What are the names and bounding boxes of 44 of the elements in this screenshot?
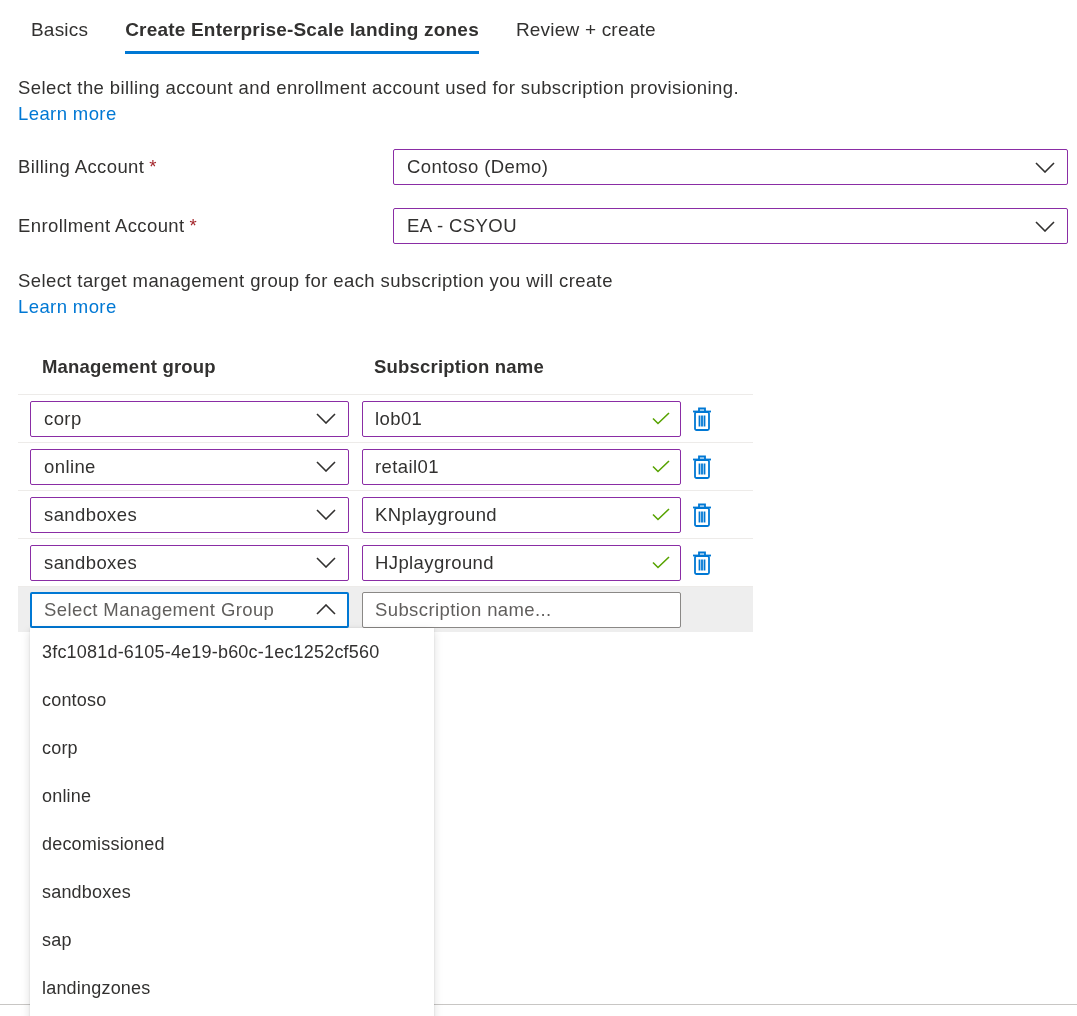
- chevron-down-icon: [316, 509, 336, 520]
- subscription-name-field[interactable]: retail01: [362, 448, 681, 485]
- account-dropdown[interactable]: EA - CSYOU: [393, 208, 1068, 244]
- learn-more-link[interactable]: Learn more: [18, 294, 117, 320]
- section-description: Select target management group for each subscription you will create: [18, 269, 614, 293]
- column-header: Subscription name: [374, 356, 544, 378]
- dropdown-option[interactable]: contoso: [30, 675, 434, 724]
- trash-icon[interactable]: [692, 406, 712, 431]
- management-group-dropdown[interactable]: sandboxes: [30, 496, 349, 533]
- required-asterisk: *: [189, 215, 198, 237]
- trash-icon[interactable]: [692, 550, 712, 575]
- management-group-dropdown[interactable]: online: [30, 448, 349, 485]
- management-group-dropdown[interactable]: corp: [30, 400, 349, 437]
- subscription-name-field[interactable]: Subscription name...: [362, 591, 681, 628]
- dropdown-option[interactable]: landingzones: [30, 963, 434, 1012]
- chevron-down-icon: [1035, 220, 1055, 232]
- tab[interactable]: Create Enterprise-Scale landing zones: [125, 0, 479, 54]
- management-group-dropdown[interactable]: sandboxes: [30, 544, 349, 581]
- tab[interactable]: Basics: [31, 0, 89, 54]
- chevron-down-icon: [316, 413, 336, 424]
- dropdown-option[interactable]: sandboxes: [30, 867, 434, 916]
- dropdown-option[interactable]: corp: [30, 723, 434, 772]
- chevron-up-icon: [316, 604, 336, 615]
- section-description: Select the billing account and enrollment account used for subscription provisioning.: [18, 76, 740, 100]
- dropdown-option[interactable]: sap: [30, 915, 434, 964]
- subscription-name-field[interactable]: HJplayground: [362, 544, 681, 581]
- chevron-down-icon: [316, 557, 336, 568]
- chevron-down-icon: [1035, 161, 1055, 173]
- dropdown-option[interactable]: 3fc1081d-6105-4e19-b60c-1ec1252cf560: [30, 627, 434, 676]
- column-header: Management group: [42, 356, 217, 378]
- trash-icon[interactable]: [692, 502, 712, 527]
- field-label: Billing Account: [18, 156, 145, 178]
- dropdown-option[interactable]: online: [30, 771, 434, 820]
- field-label: Enrollment Account: [18, 215, 185, 237]
- subscription-name-field[interactable]: lob01: [362, 400, 681, 437]
- management-group-dropdown[interactable]: Select Management Group: [30, 591, 349, 628]
- trash-icon[interactable]: [692, 454, 712, 479]
- subscription-name-field[interactable]: KNplayground: [362, 496, 681, 533]
- account-dropdown[interactable]: Contoso (Demo): [393, 149, 1068, 185]
- tab[interactable]: Review + create: [515, 0, 656, 54]
- chevron-down-icon: [316, 461, 336, 472]
- required-asterisk: *: [149, 156, 157, 178]
- learn-more-link[interactable]: Learn more: [18, 101, 117, 127]
- dropdown-option[interactable]: decomissioned: [30, 819, 434, 868]
